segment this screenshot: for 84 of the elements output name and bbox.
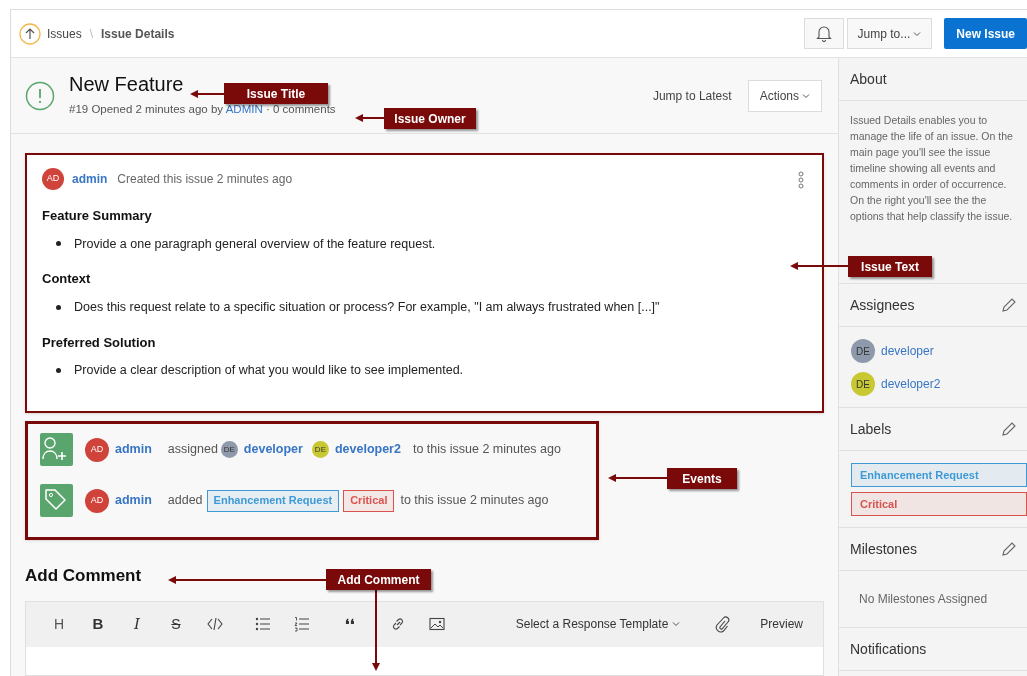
- strike-button[interactable]: S: [163, 611, 189, 637]
- breadcrumb-link[interactable]: Issues: [47, 24, 82, 43]
- avatar: AD: [85, 437, 109, 462]
- section-heading: Add Comment: [25, 565, 142, 587]
- user-link[interactable]: developer2: [334, 440, 401, 459]
- add-user-icon: [40, 433, 73, 466]
- numbered-list-icon: [294, 616, 310, 632]
- avatar: DE: [851, 372, 875, 396]
- event-text: to this issue 2 minutes ago: [400, 492, 549, 510]
- new-issue-button[interactable]: New Issue: [944, 18, 1027, 49]
- label-tag: Enhancement Request: [206, 489, 340, 512]
- sidebar-heading: Labels: [850, 419, 893, 439]
- chevron-down-icon: [672, 621, 681, 627]
- sidebar-heading: Assignees: [850, 295, 916, 315]
- user-link[interactable]: developer: [881, 342, 934, 360]
- section-heading: Preferred Solution: [42, 333, 157, 352]
- pencil-icon[interactable]: [1001, 297, 1016, 313]
- template-menu[interactable]: Select a Response Template: [515, 615, 681, 633]
- label-tag: Enhancement Request: [851, 463, 1027, 487]
- author-link[interactable]: admin: [115, 491, 152, 510]
- callout-arrow: [608, 473, 667, 483]
- heading-button[interactable]: H: [46, 611, 72, 637]
- user-link[interactable]: developer: [243, 440, 303, 459]
- italic-button[interactable]: I: [124, 611, 150, 637]
- notifications-button[interactable]: [803, 18, 844, 49]
- chevron-down-icon: [913, 30, 922, 37]
- avatar: DE: [851, 339, 875, 363]
- preview-button[interactable]: Preview: [760, 615, 803, 633]
- sidebar-heading: Notifications: [850, 639, 928, 659]
- avatar: AD: [85, 488, 109, 513]
- issue-status-icon: [25, 80, 55, 111]
- image-icon: [429, 616, 445, 632]
- chevron-down-icon: [802, 92, 810, 99]
- author-link[interactable]: admin: [115, 440, 152, 459]
- bullet-icon: [56, 241, 61, 247]
- breadcrumb-separator: \: [89, 25, 94, 43]
- comment-input[interactable]: [26, 646, 823, 675]
- quote-button[interactable]: ❛❛: [337, 611, 363, 637]
- jump-to-menu[interactable]: Jump to...: [846, 18, 933, 49]
- tag-icon: [40, 484, 73, 517]
- sidebar-heading: Milestones: [850, 539, 918, 559]
- callout-label: Issue Text: [848, 256, 932, 277]
- link-icon: [390, 616, 406, 632]
- label-tag: Critical: [343, 489, 395, 512]
- callout-label: Issue Owner: [384, 108, 476, 129]
- breadcrumb-link[interactable]: Issue Details: [101, 24, 175, 43]
- callout-label: Add Comment: [326, 569, 431, 590]
- pencil-icon[interactable]: [1001, 421, 1016, 437]
- bullet-icon: [56, 367, 61, 373]
- list-item-text: Provide a one paragraph general overview of the feature request.: [74, 235, 436, 253]
- sidebar-heading: About: [850, 69, 888, 89]
- callout-arrow: [190, 89, 224, 99]
- author-link[interactable]: admin: [72, 170, 108, 188]
- avatar: DE: [220, 441, 238, 458]
- bullet-icon: [56, 304, 61, 310]
- code-icon: [207, 616, 223, 632]
- callout-label: Events: [667, 468, 737, 489]
- event-text: added: [167, 492, 203, 510]
- pencil-icon[interactable]: [1001, 541, 1016, 557]
- owner-link[interactable]: ADMIN: [225, 103, 263, 116]
- issue-meta: #19 Opened 2 minutes ago by ADMIN · 0 comments: [69, 102, 336, 118]
- user-link[interactable]: developer2: [881, 375, 941, 393]
- label-tag: Critical: [851, 492, 1027, 516]
- bulleted-list-icon: [255, 616, 271, 632]
- bell-icon: [815, 25, 832, 42]
- list-item-text: Does this request relate to a specific situation or process? For example, "I am always frustrated when [...]": [74, 298, 660, 316]
- about-text: Issued Details enables you to manage the life of an issue. On the main page you'll see the issue timeline showing all events and comments in order of occurrence. On the right you'll see the the options that help classify the issue.: [850, 113, 1014, 224]
- comment-action: Created this issue 2 minutes ago: [117, 171, 293, 188]
- empty-message: No Milestones Assigned: [859, 591, 988, 608]
- actions-menu[interactable]: Actions: [747, 79, 822, 112]
- bold-button[interactable]: B: [85, 611, 111, 637]
- paperclip-icon[interactable]: [714, 615, 731, 633]
- avatar: DE: [311, 441, 329, 458]
- section-heading: Feature Summary: [42, 207, 153, 225]
- callout-arrow: [355, 113, 384, 123]
- section-heading: Context: [42, 270, 92, 289]
- more-options-icon[interactable]: [798, 171, 804, 189]
- list-item-text: Provide a clear description of what you would like to see implemented.: [74, 362, 464, 379]
- callout-label: Issue Title: [224, 83, 328, 104]
- issue-title: New Feature: [69, 72, 184, 97]
- event-text: assigned: [167, 441, 218, 459]
- jump-to-latest-button[interactable]: Jump to Latest: [652, 86, 732, 105]
- avatar: AD: [42, 168, 64, 190]
- event-text: to this issue 2 minutes ago: [412, 441, 561, 459]
